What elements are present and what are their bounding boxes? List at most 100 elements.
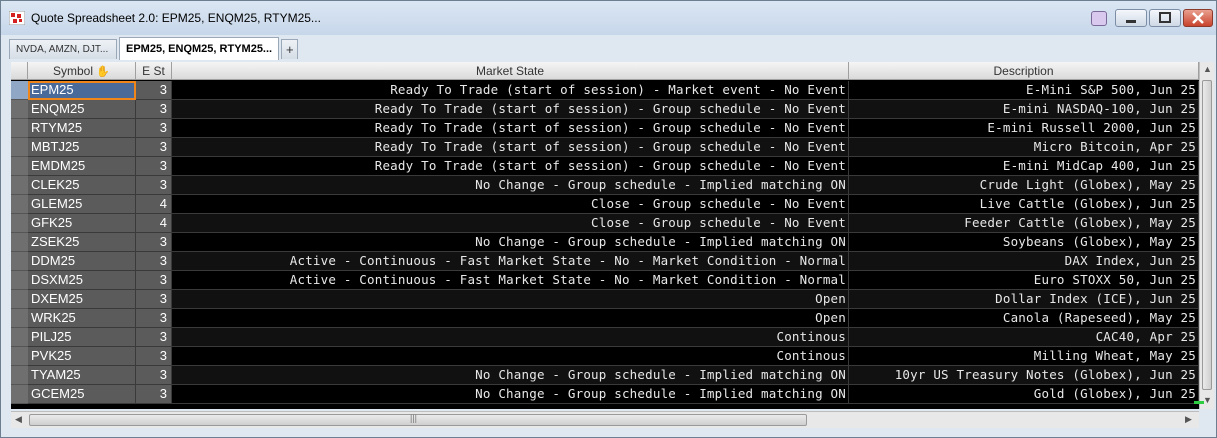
cell-est[interactable]: 3 — [136, 309, 172, 328]
tab-nvda-amzn[interactable]: NVDA, AMZN, DJT... — [9, 39, 117, 59]
column-header-est[interactable]: E St — [136, 62, 172, 80]
cell-description[interactable]: E-mini NASDAQ-100, Jun 25 — [849, 100, 1199, 119]
cell-est[interactable]: 3 — [136, 271, 172, 290]
cell-description[interactable]: Crude Light (Globex), May 25 — [849, 176, 1199, 195]
cell-description[interactable]: E-mini MidCap 400, Jun 25 — [849, 157, 1199, 176]
cell-description[interactable]: Canola (Rapeseed), May 25 — [849, 309, 1199, 328]
cell-description[interactable]: E-Mini S&P 500, Jun 25 — [849, 81, 1199, 100]
minimize-button[interactable] — [1115, 9, 1147, 27]
cell-market-state[interactable]: Active - Continuous - Fast Market State … — [172, 252, 849, 271]
cell-description[interactable]: E-mini Russell 2000, Jun 25 — [849, 119, 1199, 138]
column-header-market-state[interactable]: Market State — [172, 62, 849, 80]
cell-symbol[interactable]: DSXM25 — [28, 271, 136, 290]
cell-description[interactable]: 10yr US Treasury Notes (Globex), Jun 25 — [849, 366, 1199, 385]
cell-market-state[interactable]: Ready To Trade (start of session) - Grou… — [172, 119, 849, 138]
row-header[interactable] — [11, 328, 28, 347]
cell-market-state[interactable]: Open — [172, 309, 849, 328]
cell-est[interactable]: 3 — [136, 328, 172, 347]
cell-est[interactable]: 4 — [136, 214, 172, 233]
cell-market-state[interactable]: Close - Group schedule - No Event — [172, 195, 849, 214]
cell-market-state[interactable]: No Change - Group schedule - Implied mat… — [172, 366, 849, 385]
cell-symbol[interactable]: WRK25 — [28, 309, 136, 328]
cell-description[interactable]: Dollar Index (ICE), Jun 25 — [849, 290, 1199, 309]
cell-market-state[interactable]: No Change - Group schedule - Implied mat… — [172, 176, 849, 195]
cell-symbol[interactable]: PVK25 — [28, 347, 136, 366]
cell-est[interactable]: 3 — [136, 347, 172, 366]
row-header[interactable] — [11, 157, 28, 176]
row-header[interactable] — [11, 252, 28, 271]
cell-est[interactable]: 3 — [136, 81, 172, 100]
column-header-symbol[interactable]: Symbol ✋ — [28, 62, 136, 80]
cell-description[interactable]: CAC40, Apr 25 — [849, 328, 1199, 347]
cell-symbol[interactable]: DXEM25 — [28, 290, 136, 309]
tab-epm25-enqm25[interactable]: EPM25, ENQM25, RTYM25... — [119, 37, 279, 60]
row-header[interactable] — [11, 271, 28, 290]
row-header[interactable] — [11, 81, 28, 100]
add-tab-button[interactable]: + — [281, 39, 298, 59]
quote-grid[interactable]: Symbol ✋ E St Market State Description E… — [11, 62, 1199, 409]
cell-symbol[interactable]: EMDM25 — [28, 157, 136, 176]
cell-description[interactable]: Micro Bitcoin, Apr 25 — [849, 138, 1199, 157]
horizontal-scroll-thumb[interactable]: ||| — [29, 413, 807, 426]
cell-description[interactable]: DAX Index, Jun 25 — [849, 252, 1199, 271]
cell-symbol[interactable]: GCEM25 — [28, 385, 136, 404]
cell-est[interactable]: 3 — [136, 233, 172, 252]
row-header[interactable] — [11, 366, 28, 385]
cell-market-state[interactable]: No Change - Group schedule - Implied mat… — [172, 233, 849, 252]
cell-description[interactable]: Gold (Globex), Jun 25 — [849, 385, 1199, 404]
cell-market-state[interactable]: Ready To Trade (start of session) - Grou… — [172, 157, 849, 176]
vertical-scrollbar[interactable]: ▲ ▼ — [1199, 62, 1214, 409]
title-bar[interactable]: Quote Spreadsheet 2.0: EPM25, ENQM25, RT… — [1, 1, 1216, 35]
cell-symbol[interactable]: GFK25 — [28, 214, 136, 233]
cell-symbol[interactable]: ENQM25 — [28, 100, 136, 119]
cell-market-state[interactable]: Continous — [172, 328, 849, 347]
row-header[interactable] — [11, 214, 28, 233]
cell-market-state[interactable]: Ready To Trade (start of session) - Grou… — [172, 100, 849, 119]
cell-symbol[interactable]: TYAM25 — [28, 366, 136, 385]
cell-symbol[interactable]: PILJ25 — [28, 328, 136, 347]
scroll-left-icon[interactable]: ◀ — [15, 414, 22, 425]
cell-est[interactable]: 3 — [136, 290, 172, 309]
cell-description[interactable]: Live Cattle (Globex), Jun 25 — [849, 195, 1199, 214]
cell-market-state[interactable]: Continous — [172, 347, 849, 366]
row-header[interactable] — [11, 100, 28, 119]
row-header[interactable] — [11, 233, 28, 252]
cell-est[interactable]: 4 — [136, 195, 172, 214]
cell-symbol[interactable]: EPM25 — [28, 81, 136, 100]
vertical-scroll-thumb[interactable] — [1202, 80, 1212, 390]
horizontal-scrollbar[interactable]: ◀ ||| ▶ — [11, 411, 1199, 428]
scroll-up-icon[interactable]: ▲ — [1203, 64, 1212, 74]
scroll-down-icon[interactable]: ▼ — [1203, 395, 1212, 405]
cell-symbol[interactable]: RTYM25 — [28, 119, 136, 138]
row-header[interactable] — [11, 176, 28, 195]
cell-market-state[interactable]: Ready To Trade (start of session) - Mark… — [172, 81, 849, 100]
cell-est[interactable]: 3 — [136, 157, 172, 176]
cell-est[interactable]: 3 — [136, 176, 172, 195]
cell-symbol[interactable]: CLEK25 — [28, 176, 136, 195]
column-header-description[interactable]: Description — [849, 62, 1199, 80]
cell-symbol[interactable]: DDM25 — [28, 252, 136, 271]
cell-est[interactable]: 3 — [136, 366, 172, 385]
cell-market-state[interactable]: Close - Group schedule - No Event — [172, 214, 849, 233]
row-header[interactable] — [11, 119, 28, 138]
cell-est[interactable]: 3 — [136, 385, 172, 404]
cell-description[interactable]: Feeder Cattle (Globex), May 25 — [849, 214, 1199, 233]
row-header[interactable] — [11, 195, 28, 214]
scroll-right-icon[interactable]: ▶ — [1185, 414, 1192, 425]
cell-est[interactable]: 3 — [136, 252, 172, 271]
cell-symbol[interactable]: ZSEK25 — [28, 233, 136, 252]
row-header[interactable] — [11, 290, 28, 309]
cell-est[interactable]: 3 — [136, 138, 172, 157]
cell-symbol[interactable]: MBTJ25 — [28, 138, 136, 157]
row-header[interactable] — [11, 309, 28, 328]
row-header[interactable] — [11, 385, 28, 404]
maximize-button[interactable] — [1149, 9, 1181, 27]
cell-description[interactable]: Soybeans (Globex), May 25 — [849, 233, 1199, 252]
color-picker-button[interactable] — [1091, 11, 1107, 26]
cell-est[interactable]: 3 — [136, 100, 172, 119]
cell-market-state[interactable]: Open — [172, 290, 849, 309]
cell-est[interactable]: 3 — [136, 119, 172, 138]
row-header[interactable] — [11, 138, 28, 157]
row-header[interactable] — [11, 347, 28, 366]
cell-description[interactable]: Euro STOXX 50, Jun 25 — [849, 271, 1199, 290]
